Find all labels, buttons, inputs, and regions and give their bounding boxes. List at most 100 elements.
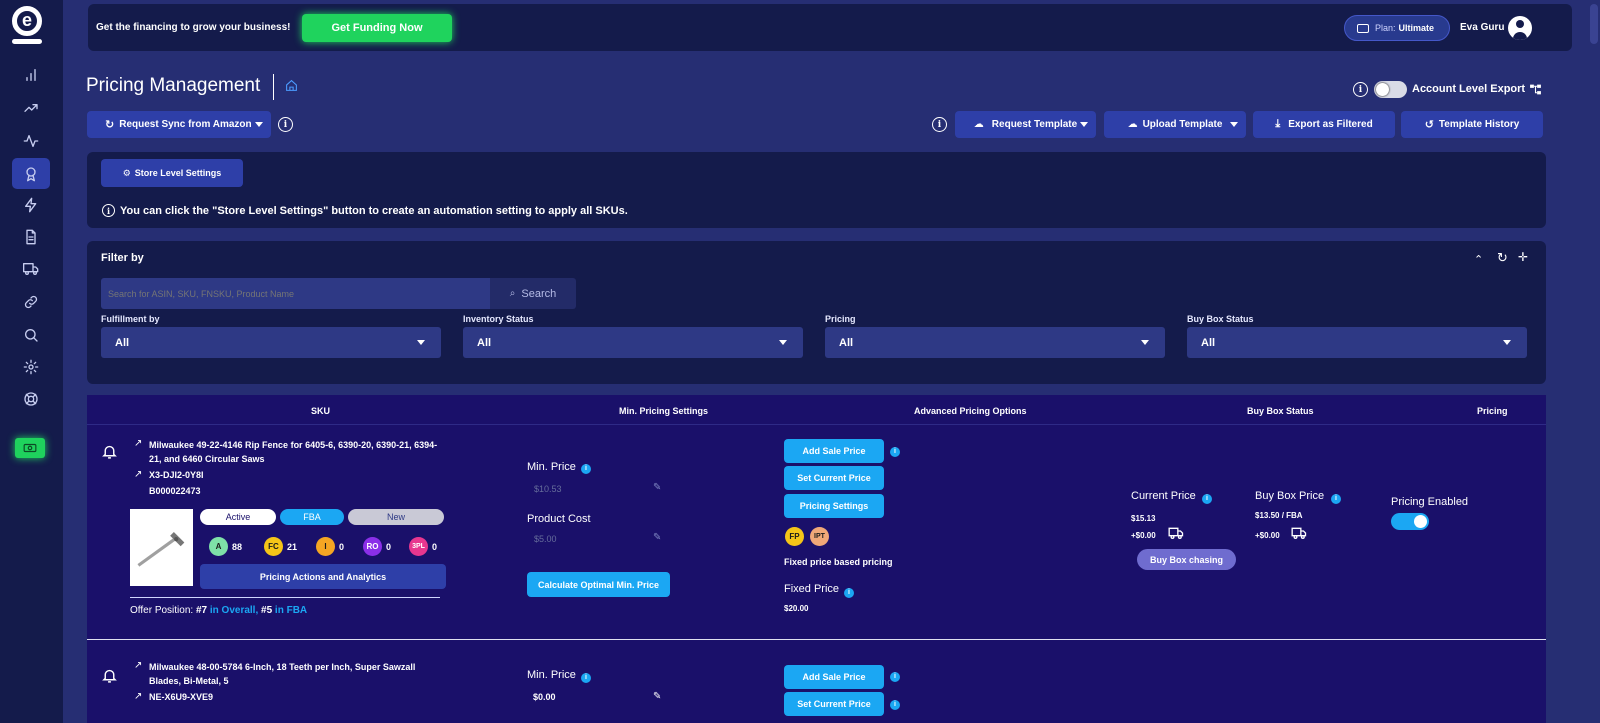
template-info-icon[interactable]: i xyxy=(932,117,947,132)
fulfillment-value: All xyxy=(115,336,130,349)
product-cost-label: Product Cost xyxy=(527,513,591,525)
cloud-upload-icon: ☁ xyxy=(1127,119,1138,130)
sale-price-info-icon[interactable]: i xyxy=(890,669,900,682)
external-link-icon[interactable]: ↗ xyxy=(134,469,142,480)
truck-icon xyxy=(1290,525,1309,544)
sidebar-item-trends[interactable] xyxy=(12,93,50,123)
pricing-actions-button[interactable]: Pricing Actions and Analytics xyxy=(200,564,446,589)
buybox-price-info-icon[interactable]: i xyxy=(1331,491,1341,504)
add-sale-price-button[interactable]: Add Sale Price xyxy=(784,665,884,689)
min-price-input[interactable]: $10.53 xyxy=(528,478,668,500)
sync-info-icon[interactable]: i xyxy=(278,117,293,132)
request-sync-button[interactable]: ↻ Request Sync from Amazon xyxy=(87,111,271,138)
pricing-enabled-toggle[interactable] xyxy=(1391,513,1429,530)
current-price-value: $15.13 xyxy=(1131,514,1156,523)
search-input[interactable] xyxy=(101,278,490,309)
sidebar-item-settings[interactable] xyxy=(12,352,50,382)
set-current-price-button[interactable]: Set Current Price xyxy=(784,692,884,716)
inventory-status-select[interactable]: All xyxy=(463,327,803,358)
channel-badge: FBA xyxy=(280,509,344,525)
search-icon xyxy=(25,329,38,342)
plan-badge[interactable]: Plan: Ultimate xyxy=(1344,15,1450,41)
filter-label-inventory: Inventory Status xyxy=(463,314,534,324)
external-link-icon[interactable]: ↗ xyxy=(134,438,142,449)
product-sku: NE-X6U9-XVE9 xyxy=(149,692,214,702)
search-button[interactable]: ⌕ Search xyxy=(490,278,576,309)
min-price-label: Min. Price xyxy=(527,669,576,681)
home-icon[interactable] xyxy=(285,79,298,95)
inventory-badge-ro: RO xyxy=(363,537,382,556)
account-export-toggle[interactable] xyxy=(1374,81,1407,98)
add-sale-price-button[interactable]: Add Sale Price xyxy=(784,439,884,463)
pricing-select[interactable]: All xyxy=(825,327,1165,358)
sidebar-item-search[interactable] xyxy=(12,320,50,350)
set-current-price-button[interactable]: Set Current Price xyxy=(784,466,884,490)
hierarchy-icon[interactable] xyxy=(1529,83,1542,99)
store-notice-info-icon: i xyxy=(102,204,115,217)
pricing-table: SKU Min. Pricing Settings Advanced Prici… xyxy=(87,395,1546,723)
min-price-value[interactable]: $0.00 xyxy=(533,692,556,702)
sidebar-item-funding[interactable] xyxy=(15,438,45,458)
upload-template-button[interactable]: ☁ Upload Template xyxy=(1104,111,1246,138)
bell-icon[interactable] xyxy=(101,667,118,687)
filter-label-pricing: Pricing xyxy=(825,314,856,324)
get-funding-button[interactable]: Get Funding Now xyxy=(302,14,452,42)
product-cost-input[interactable]: $5.00 xyxy=(528,528,668,550)
refresh-icon[interactable]: ↻ xyxy=(1497,250,1508,266)
inventory-status-value: All xyxy=(477,336,492,349)
brand-logo-letter: e xyxy=(21,9,32,30)
brand-logo[interactable]: e xyxy=(12,6,44,50)
pricing-status-label: Pricing Enabled xyxy=(1391,496,1469,508)
calculate-min-price-button[interactable]: Calculate Optimal Min. Price xyxy=(527,572,670,597)
pencil-icon[interactable]: ✎ xyxy=(653,691,661,702)
fixed-price-info-icon[interactable]: i xyxy=(844,585,854,598)
external-link-icon[interactable]: ↗ xyxy=(134,660,142,671)
sidebar-item-pricing[interactable] xyxy=(12,158,50,189)
inventory-badge-i: I xyxy=(316,537,335,556)
sidebar-item-activity[interactable] xyxy=(12,126,50,156)
sidebar-item-dashboard[interactable] xyxy=(12,60,50,90)
avatar[interactable] xyxy=(1508,16,1532,40)
tag-fp: FP xyxy=(785,527,804,546)
product-title[interactable]: Milwaukee 49-22-4146 Rip Fence for 6405-… xyxy=(149,438,439,466)
current-price-info-icon[interactable]: i xyxy=(890,697,900,710)
condition-badge: New xyxy=(348,509,444,525)
pricing-settings-button[interactable]: Pricing Settings xyxy=(784,494,884,518)
pencil-icon[interactable]: ✎ xyxy=(653,482,661,493)
sidebar-item-reports[interactable] xyxy=(12,222,50,252)
sale-price-info-icon[interactable]: i xyxy=(890,444,900,457)
account-export-info-icon[interactable]: i xyxy=(1353,82,1368,97)
pencil-icon[interactable]: ✎ xyxy=(653,532,661,543)
chevron-down-icon xyxy=(1080,122,1088,127)
sidebar-item-shipments[interactable] xyxy=(12,254,50,284)
page-title: Pricing Management xyxy=(86,75,261,96)
template-history-label: Template History xyxy=(1438,119,1520,130)
buybox-status-select[interactable]: All xyxy=(1187,327,1527,358)
product-image[interactable] xyxy=(130,509,193,586)
sidebar-item-integrations[interactable] xyxy=(12,287,50,317)
inventory-count-fc: 21 xyxy=(287,542,298,552)
user-name[interactable]: Eva Guru xyxy=(1460,22,1504,33)
account-export-label: Account Level Export xyxy=(1412,83,1526,95)
min-price-info-icon[interactable]: i xyxy=(581,461,591,474)
template-history-button[interactable]: ↺ Template History xyxy=(1401,111,1543,138)
product-title[interactable]: Milwaukee 48-00-5784 6-Inch, 18 Teeth pe… xyxy=(149,660,429,688)
external-link-icon[interactable]: ↗ xyxy=(134,691,142,702)
buybox-chasing-button[interactable]: Buy Box chasing xyxy=(1137,549,1236,570)
bell-icon[interactable] xyxy=(101,443,118,463)
collapse-icon[interactable]: ⌃ xyxy=(1474,253,1483,266)
store-level-settings-label: Store Level Settings xyxy=(134,168,222,178)
min-price-info-icon[interactable]: i xyxy=(581,670,591,683)
sidebar-item-automation[interactable] xyxy=(12,190,50,220)
export-filtered-button[interactable]: ⤓ Export as Filtered xyxy=(1253,111,1395,138)
page-scrollbar[interactable] xyxy=(1588,0,1600,723)
store-level-settings-button[interactable]: ⚙ Store Level Settings xyxy=(101,159,243,187)
request-template-button[interactable]: ☁ Request Template xyxy=(955,111,1096,138)
sidebar-item-support[interactable] xyxy=(12,384,50,414)
current-price-info-icon[interactable]: i xyxy=(1202,491,1212,504)
store-settings-panel: ⚙ Store Level Settings i You can click t… xyxy=(87,152,1546,228)
award-icon xyxy=(26,166,36,181)
table-header: SKU Min. Pricing Settings Advanced Prici… xyxy=(87,395,1546,425)
move-icon[interactable]: ✛ xyxy=(1518,250,1528,264)
fulfillment-select[interactable]: All xyxy=(101,327,441,358)
